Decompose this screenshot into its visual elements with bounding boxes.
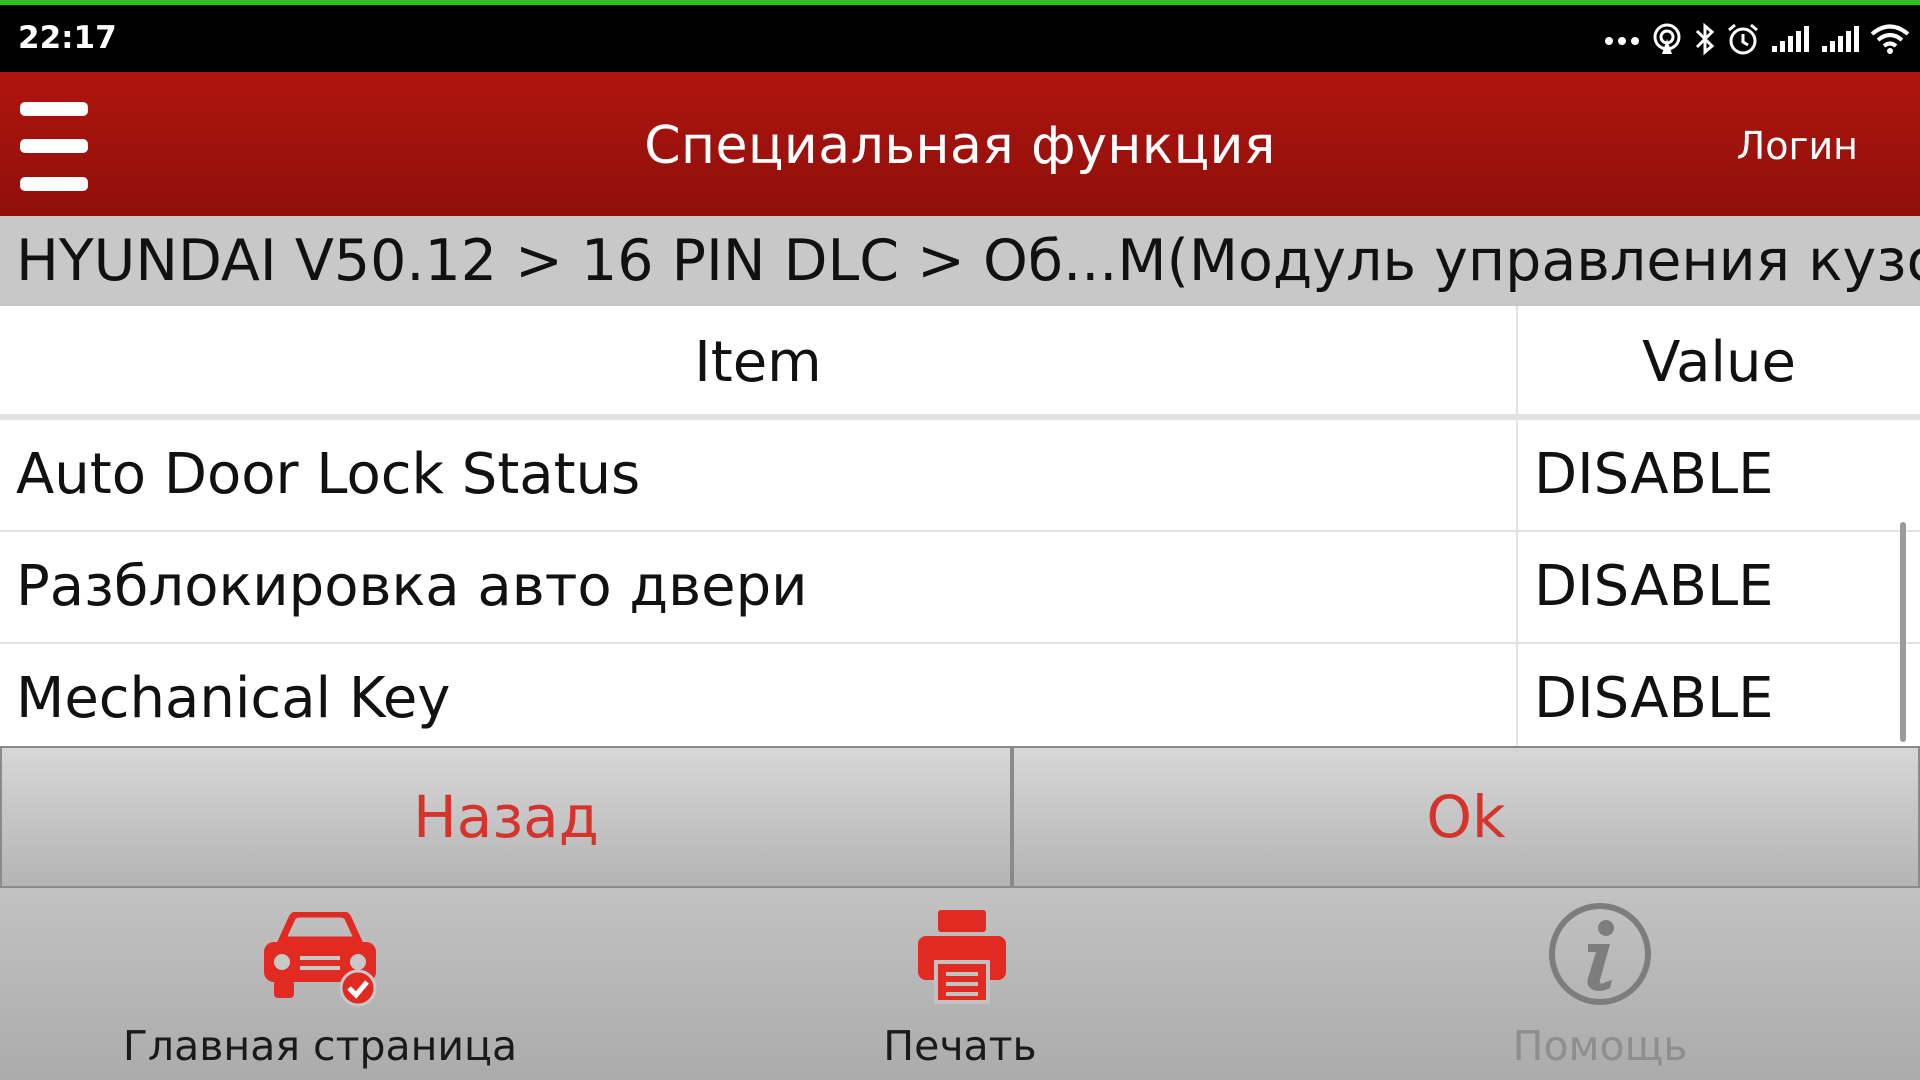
row-value: DISABLE bbox=[1534, 554, 1774, 619]
row-item: Auto Door Lock Status bbox=[16, 442, 641, 507]
car-check-icon bbox=[264, 912, 377, 1007]
table-row[interactable]: Mechanical Key DISABLE bbox=[0, 644, 1920, 756]
app-bar: Специальная функция Логин bbox=[0, 72, 1920, 216]
row-item: Разблокировка авто двери bbox=[16, 554, 808, 619]
signal-icon bbox=[1822, 26, 1859, 52]
function-table: Item Value Auto Door Lock Status DISABLE… bbox=[0, 306, 1920, 746]
breadcrumb: HYUNDAI V50.12 > 16 PIN DLC > Об...М(Мод… bbox=[0, 216, 1920, 306]
table-header: Item Value bbox=[0, 306, 1920, 420]
more-dots-icon bbox=[1605, 37, 1639, 45]
status-time: 22:17 bbox=[18, 20, 117, 56]
column-divider bbox=[1516, 306, 1518, 746]
nav-help[interactable]: Помощь bbox=[1420, 888, 1780, 1080]
printer-icon bbox=[918, 910, 1006, 1004]
status-bar: 22:17 bbox=[0, 0, 1920, 72]
action-bar: Назад Ok bbox=[0, 746, 1920, 888]
wifi-icon bbox=[1870, 24, 1910, 54]
ok-button[interactable]: Ok bbox=[1014, 748, 1918, 886]
column-header-value: Value bbox=[1642, 330, 1796, 395]
table-row[interactable]: Разблокировка авто двери DISABLE bbox=[0, 532, 1920, 644]
hotspot-icon bbox=[1653, 23, 1681, 54]
scrollbar[interactable] bbox=[1900, 522, 1906, 742]
status-icons bbox=[1604, 19, 1910, 59]
nav-print[interactable]: Печать bbox=[760, 888, 1160, 1080]
info-icon bbox=[1549, 903, 1651, 1005]
row-value: DISABLE bbox=[1534, 442, 1774, 507]
signal-icon bbox=[1772, 26, 1809, 52]
bottom-nav: Главная страница Печать Помощь bbox=[0, 888, 1920, 1080]
hamburger-icon bbox=[20, 102, 88, 116]
row-item: Mechanical Key bbox=[16, 666, 451, 731]
bluetooth-icon bbox=[1695, 22, 1715, 56]
column-header-item: Item bbox=[694, 330, 822, 395]
nav-home-label: Главная страница bbox=[122, 1022, 518, 1070]
row-value: DISABLE bbox=[1534, 666, 1774, 731]
page-title: Специальная функция bbox=[644, 116, 1276, 176]
login-button[interactable]: Логин bbox=[1737, 124, 1858, 168]
nav-print-label: Печать bbox=[883, 1022, 1037, 1070]
hamburger-icon-line bbox=[20, 177, 88, 191]
nav-help-label: Помощь bbox=[1512, 1022, 1688, 1070]
back-button[interactable]: Назад bbox=[2, 748, 1010, 886]
nav-home[interactable]: Главная страница bbox=[100, 888, 540, 1080]
alarm-icon bbox=[1728, 23, 1758, 55]
table-row[interactable]: Auto Door Lock Status DISABLE bbox=[0, 420, 1920, 532]
